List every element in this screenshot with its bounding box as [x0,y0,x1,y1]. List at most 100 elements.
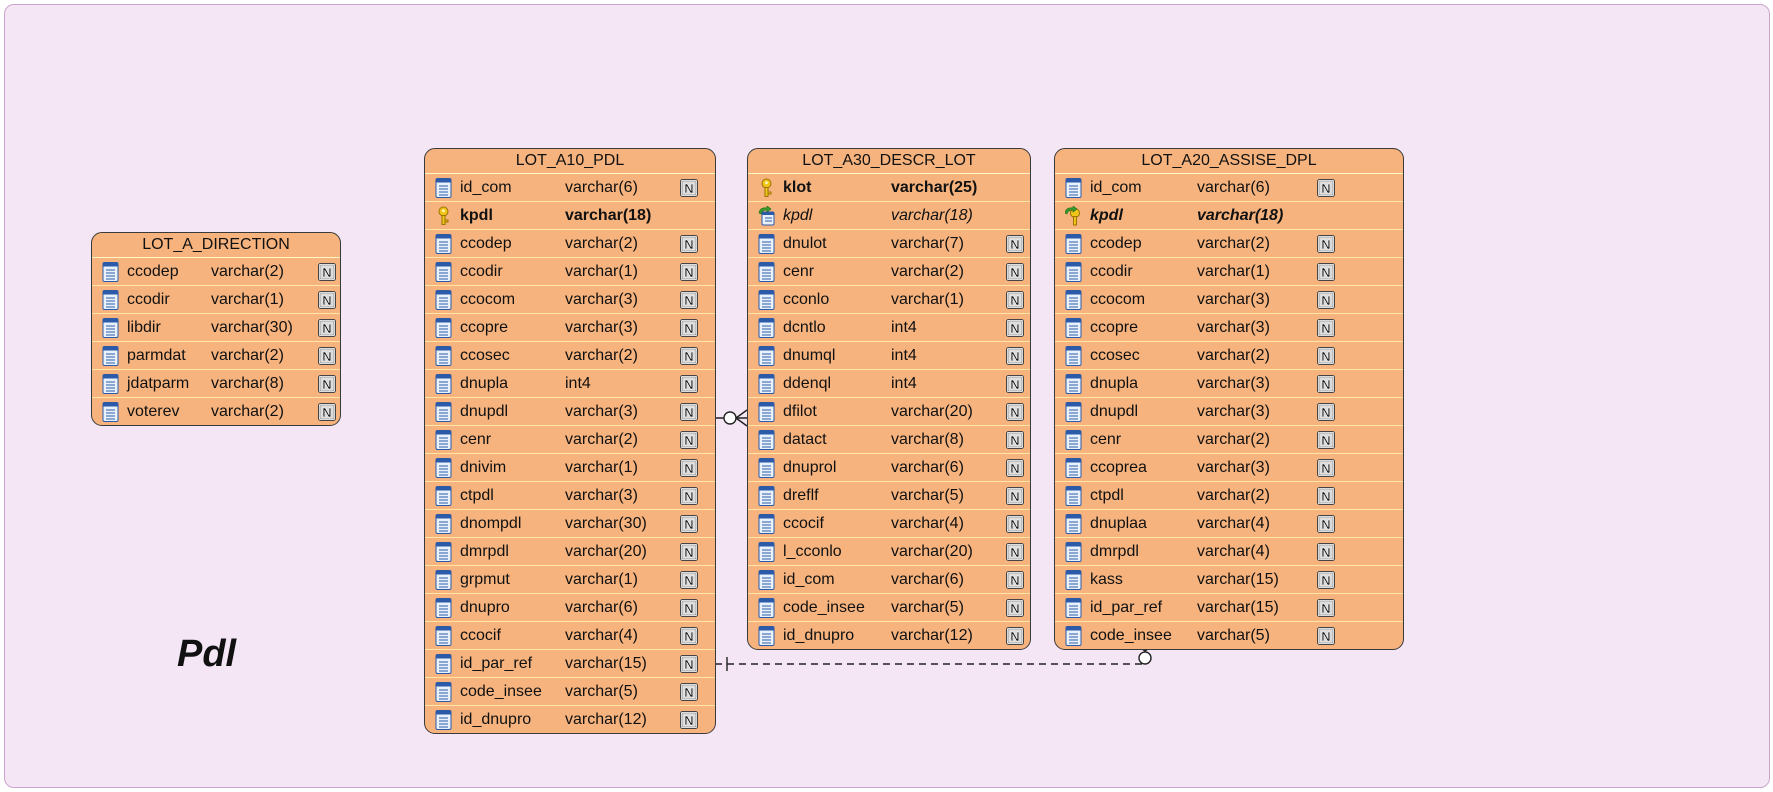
entity-lot-a10-pdl[interactable]: LOT_A10_PDL id_com varchar(6) Nkpdl varchar… [424,148,716,734]
entity-lot-a30-descr-lot[interactable]: LOT_A30_DESCR_LOT klot varchar(25) kpdl var… [747,148,1031,650]
column-row[interactable]: id_com varchar(6) N [425,174,715,202]
column-row[interactable]: ccodir varchar(1) N [425,258,715,286]
svg-text:N: N [1010,601,1019,616]
nullable-icon: N [1317,599,1335,617]
column-row[interactable]: kpdl varchar(18) [748,202,1030,230]
column-row[interactable]: dnivim varchar(1) N [425,454,715,482]
column-row[interactable]: ctpdl varchar(2) N [1055,482,1403,510]
column-row[interactable]: ccocom varchar(3) N [1055,286,1403,314]
column-icon [435,514,452,534]
column-row[interactable]: l_cconlo varchar(20) N [748,538,1030,566]
column-row[interactable]: dreflf varchar(5) N [748,482,1030,510]
entity-lot-a20-assise-dpl[interactable]: LOT_A20_ASSISE_DPL id_com varchar(6) Nkpdl… [1054,148,1404,650]
svg-text:N: N [322,377,331,392]
column-row[interactable]: grpmut varchar(1) N [425,566,715,594]
column-row[interactable]: dnupla varchar(3) N [1055,370,1403,398]
column-row[interactable]: ccodir varchar(1) N [92,286,340,314]
column-row[interactable]: ddenql int4 N [748,370,1030,398]
nullable-icon: N [318,403,336,421]
column-icon [435,430,452,450]
nullable-icon: N [1317,459,1335,477]
column-row[interactable]: dnupla int4 N [425,370,715,398]
column-row[interactable]: ccodep varchar(2) N [92,258,340,286]
column-type: varchar(4) [565,627,638,644]
column-row[interactable]: ccodir varchar(1) N [1055,258,1403,286]
column-row[interactable]: code_insee varchar(5) N [425,678,715,706]
column-row[interactable]: ccocif varchar(4) N [425,622,715,650]
nullable-icon: N [1317,235,1335,253]
column-type: varchar(2) [1197,487,1270,504]
column-icon [758,514,775,534]
column-row[interactable]: ccoprea varchar(3) N [1055,454,1403,482]
column-row[interactable]: code_insee varchar(5) N [748,594,1030,622]
svg-text:N: N [1010,349,1019,364]
column-icon [435,318,452,338]
column-row[interactable]: id_com varchar(6) N [748,566,1030,594]
column-row[interactable]: cenr varchar(2) N [425,426,715,454]
column-row[interactable]: id_par_ref varchar(15) N [425,650,715,678]
nullable-icon: N [1317,571,1335,589]
column-type: varchar(15) [565,655,647,672]
column-name: kass [1090,571,1123,588]
column-row[interactable]: datact varchar(8) N [748,426,1030,454]
column-row[interactable]: ctpdl varchar(3) N [425,482,715,510]
nullable-icon: N [1006,403,1024,421]
column-row[interactable]: dmrpdl varchar(4) N [1055,538,1403,566]
column-row[interactable]: kpdl varchar(18) [1055,202,1403,230]
column-row[interactable]: jdatparm varchar(8) N [92,370,340,398]
svg-text:N: N [1321,517,1330,532]
nullable-icon: N [1317,179,1335,197]
entity-lot-a-direction[interactable]: LOT_A_DIRECTION ccodep varchar(2) Nccodir v… [91,232,341,426]
column-icon [1065,234,1082,254]
column-type: varchar(2) [565,347,638,364]
column-row[interactable]: cenr varchar(2) N [748,258,1030,286]
column-row[interactable]: kpdl varchar(18) [425,202,715,230]
column-row[interactable]: ccodep varchar(2) N [425,230,715,258]
column-icon [102,346,119,366]
column-row[interactable]: dmrpdl varchar(20) N [425,538,715,566]
column-icon [758,598,775,618]
column-type: varchar(3) [565,487,638,504]
column-row[interactable]: ccocif varchar(4) N [748,510,1030,538]
column-row[interactable]: ccocom varchar(3) N [425,286,715,314]
nullable-icon: N [1317,291,1335,309]
column-name: dfilot [783,403,817,420]
entity-title: LOT_A_DIRECTION [92,233,340,258]
zero-cardinality-marker [723,411,737,425]
column-row[interactable]: code_insee varchar(5) N [1055,622,1403,649]
column-row[interactable]: id_dnupro varchar(12) N [425,706,715,733]
column-row[interactable]: kass varchar(15) N [1055,566,1403,594]
column-name: ddenql [783,375,832,392]
column-name: dcntlo [783,319,826,336]
column-row[interactable]: libdir varchar(30) N [92,314,340,342]
column-row[interactable]: dnompdl varchar(30) N [425,510,715,538]
column-row[interactable]: id_com varchar(6) N [1055,174,1403,202]
column-row[interactable]: ccosec varchar(2) N [425,342,715,370]
column-icon [758,542,775,562]
column-row[interactable]: voterev varchar(2) N [92,398,340,425]
column-row[interactable]: dnupro varchar(6) N [425,594,715,622]
column-row[interactable]: dcntlo int4 N [748,314,1030,342]
column-row[interactable]: klot varchar(25) [748,174,1030,202]
column-row[interactable]: dnumql int4 N [748,342,1030,370]
column-row[interactable]: ccodep varchar(2) N [1055,230,1403,258]
column-row[interactable]: dnupdl varchar(3) N [425,398,715,426]
column-row[interactable]: id_dnupro varchar(12) N [748,622,1030,649]
nullable-icon: N [1317,347,1335,365]
column-row[interactable]: cenr varchar(2) N [1055,426,1403,454]
column-row[interactable]: cconlo varchar(1) N [748,286,1030,314]
column-row[interactable]: parmdat varchar(2) N [92,342,340,370]
column-icon [435,542,452,562]
column-row[interactable]: dfilot varchar(20) N [748,398,1030,426]
column-row[interactable]: dnupdl varchar(3) N [1055,398,1403,426]
svg-text:N: N [1321,433,1330,448]
column-row[interactable]: ccopre varchar(3) N [425,314,715,342]
nullable-icon: N [318,375,336,393]
column-row[interactable]: dnulot varchar(7) N [748,230,1030,258]
column-row[interactable]: id_par_ref varchar(15) N [1055,594,1403,622]
column-row[interactable]: dnuprol varchar(6) N [748,454,1030,482]
column-row[interactable]: ccosec varchar(2) N [1055,342,1403,370]
column-row[interactable]: ccopre varchar(3) N [1055,314,1403,342]
column-row[interactable]: dnuplaa varchar(4) N [1055,510,1403,538]
svg-text:N: N [684,545,693,560]
